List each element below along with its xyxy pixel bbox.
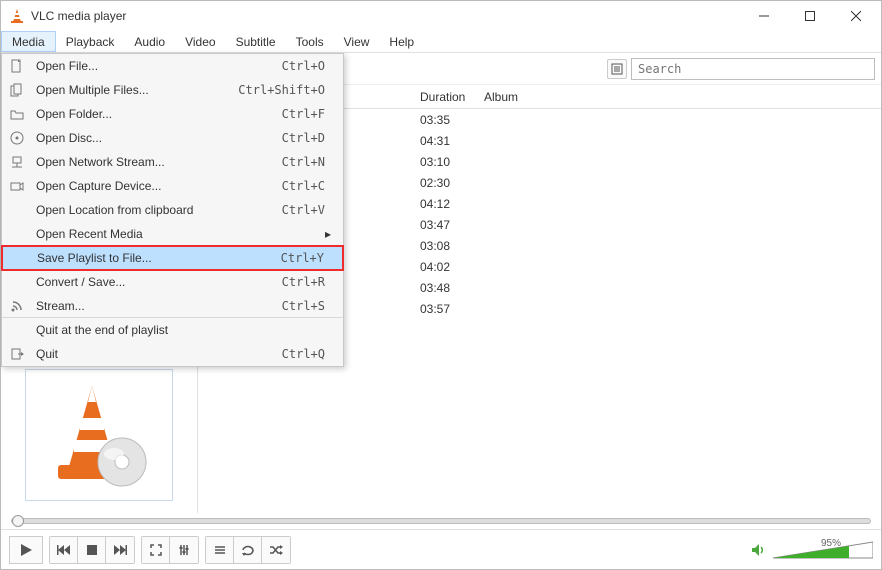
menu-item-label: Open Multiple Files... — [36, 83, 238, 97]
media-menu-item-9[interactable]: Convert / Save...Ctrl+R — [2, 270, 343, 294]
row-duration: 03:10 — [420, 155, 484, 169]
submenu-arrow-icon: ▸ — [325, 227, 335, 241]
network-icon — [10, 155, 32, 169]
menu-item-shortcut: Ctrl+N — [282, 155, 325, 169]
playback-controls: 95% — [1, 529, 881, 569]
menu-audio[interactable]: Audio — [124, 31, 175, 52]
menu-subtitle[interactable]: Subtitle — [226, 31, 286, 52]
playlist-button[interactable] — [206, 537, 234, 563]
files-icon — [10, 83, 32, 97]
fullscreen-button[interactable] — [142, 537, 170, 563]
album-art-thumb[interactable] — [25, 369, 173, 501]
disc-icon — [10, 131, 32, 145]
menu-tools[interactable]: Tools — [286, 31, 334, 52]
menu-item-shortcut: Ctrl+Shift+O — [238, 83, 325, 97]
menu-item-label: Open File... — [36, 59, 282, 73]
row-duration: 04:12 — [420, 197, 484, 211]
media-menu-item-10[interactable]: Stream...Ctrl+S — [2, 294, 343, 318]
play-button[interactable] — [9, 536, 43, 564]
seek-bar[interactable] — [1, 513, 881, 529]
volume-percent: 95% — [821, 538, 841, 549]
menu-item-shortcut: Ctrl+R — [282, 275, 325, 289]
window-controls — [741, 1, 879, 31]
row-duration: 03:35 — [420, 113, 484, 127]
quit-icon — [10, 347, 32, 361]
row-duration: 03:08 — [420, 239, 484, 253]
menu-item-shortcut: Ctrl+V — [282, 203, 325, 217]
menu-item-shortcut: Ctrl+C — [282, 179, 325, 193]
menu-item-label: Save Playlist to File... — [37, 251, 281, 265]
menu-item-label: Open Capture Device... — [36, 179, 282, 193]
window-title: VLC media player — [31, 9, 741, 23]
media-menu-item-8[interactable]: Save Playlist to File...Ctrl+Y — [2, 246, 343, 270]
volume-slider[interactable]: 95% — [773, 540, 873, 560]
menu-item-label: Open Disc... — [36, 131, 282, 145]
media-menu-item-5[interactable]: Open Capture Device...Ctrl+C — [2, 174, 343, 198]
menu-item-label: Convert / Save... — [36, 275, 282, 289]
vlc-cone-icon — [9, 8, 25, 24]
search-input[interactable] — [631, 58, 875, 80]
menu-item-shortcut: Ctrl+Y — [281, 251, 324, 265]
stop-button[interactable] — [78, 537, 106, 563]
seek-thumb[interactable] — [12, 515, 24, 527]
next-button[interactable] — [106, 537, 134, 563]
menu-playback[interactable]: Playback — [56, 31, 125, 52]
close-button[interactable] — [833, 1, 879, 31]
speaker-icon[interactable] — [751, 543, 767, 557]
row-duration: 02:30 — [420, 176, 484, 190]
view-mode-button[interactable] — [607, 59, 627, 79]
menu-video[interactable]: Video — [175, 31, 225, 52]
row-duration: 03:48 — [420, 281, 484, 295]
menu-item-label: Quit at the end of playlist — [36, 323, 325, 337]
media-menu-item-3[interactable]: Open Disc...Ctrl+D — [2, 126, 343, 150]
content-area: Open File...Ctrl+OOpen Multiple Files...… — [1, 53, 881, 513]
row-duration: 03:57 — [420, 302, 484, 316]
app-window: VLC media player Media Playback Audio Vi… — [0, 0, 882, 570]
media-menu-item-11[interactable]: Quit at the end of playlist — [2, 318, 343, 342]
menu-view[interactable]: View — [334, 31, 380, 52]
row-duration: 04:31 — [420, 134, 484, 148]
menu-item-shortcut: Ctrl+O — [282, 59, 325, 73]
loop-button[interactable] — [234, 537, 262, 563]
menu-item-label: Open Recent Media — [36, 227, 325, 241]
column-duration[interactable]: Duration — [420, 90, 484, 104]
minimize-button[interactable] — [741, 1, 787, 31]
volume-control: 95% — [751, 540, 873, 560]
menu-item-shortcut: Ctrl+D — [282, 131, 325, 145]
media-menu-item-6[interactable]: Open Location from clipboardCtrl+V — [2, 198, 343, 222]
menu-item-shortcut: Ctrl+S — [282, 299, 325, 313]
media-menu-item-0[interactable]: Open File...Ctrl+O — [2, 54, 343, 78]
menu-item-label: Open Folder... — [36, 107, 282, 121]
menu-help[interactable]: Help — [379, 31, 424, 52]
file-icon — [10, 59, 32, 73]
shuffle-button[interactable] — [262, 537, 290, 563]
maximize-button[interactable] — [787, 1, 833, 31]
menu-media[interactable]: Media — [1, 31, 56, 52]
column-album[interactable]: Album — [484, 90, 881, 104]
menubar: Media Playback Audio Video Subtitle Tool… — [1, 31, 881, 53]
media-menu-item-7[interactable]: Open Recent Media▸ — [2, 222, 343, 246]
menu-item-label: Quit — [36, 347, 282, 361]
stream-icon — [10, 299, 32, 313]
capture-icon — [10, 179, 32, 193]
extended-settings-button[interactable] — [170, 537, 198, 563]
menu-item-shortcut: Ctrl+Q — [282, 347, 325, 361]
menu-item-label: Open Network Stream... — [36, 155, 282, 169]
row-duration: 03:47 — [420, 218, 484, 232]
titlebar: VLC media player — [1, 1, 881, 31]
menu-item-label: Stream... — [36, 299, 282, 313]
previous-button[interactable] — [50, 537, 78, 563]
seek-track[interactable] — [11, 518, 871, 524]
media-menu-item-2[interactable]: Open Folder...Ctrl+F — [2, 102, 343, 126]
media-menu-item-4[interactable]: Open Network Stream...Ctrl+N — [2, 150, 343, 174]
menu-item-shortcut: Ctrl+F — [282, 107, 325, 121]
row-duration: 04:02 — [420, 260, 484, 274]
menu-item-label: Open Location from clipboard — [36, 203, 282, 217]
media-menu-item-12[interactable]: QuitCtrl+Q — [2, 342, 343, 366]
media-menu-item-1[interactable]: Open Multiple Files...Ctrl+Shift+O — [2, 78, 343, 102]
folder-icon — [10, 107, 32, 121]
media-dropdown: Open File...Ctrl+OOpen Multiple Files...… — [1, 53, 344, 367]
